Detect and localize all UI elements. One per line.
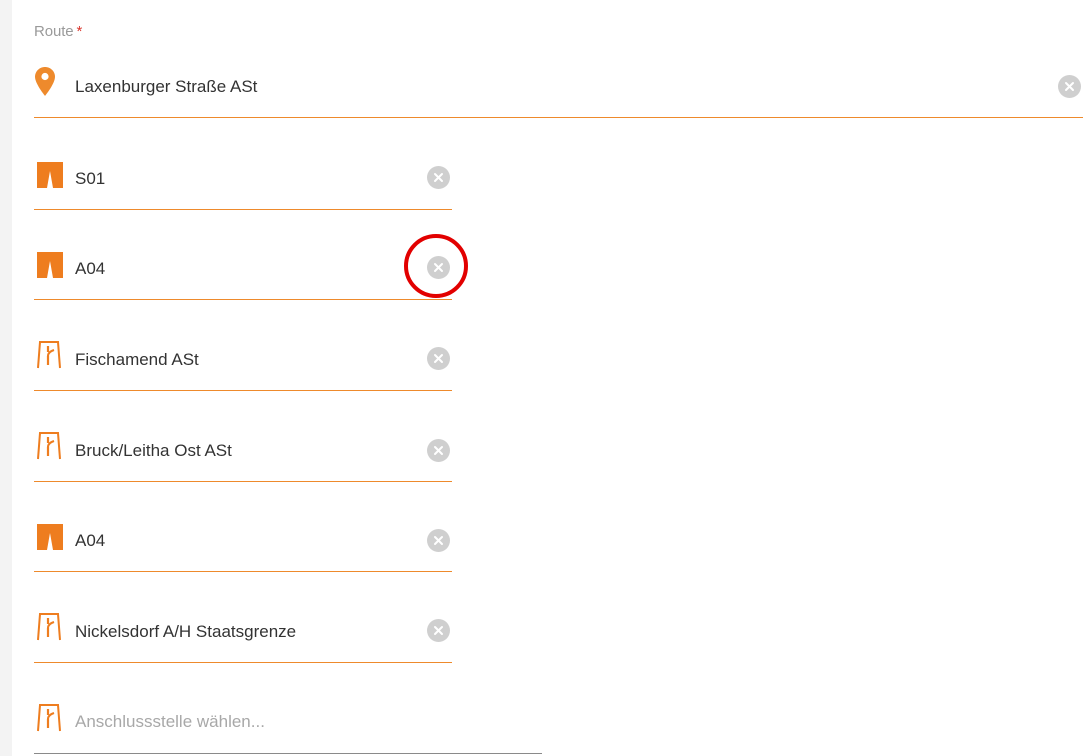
close-icon (434, 446, 443, 455)
close-icon (434, 536, 443, 545)
junction-icon (34, 432, 66, 460)
route-segment-6[interactable]: Nickelsdorf A/H Staatsgrenze (34, 602, 452, 663)
segment-value: A04 (75, 531, 106, 550)
route-label: Route * (34, 23, 82, 40)
segment-value: Bruck/Leitha Ost ASt (75, 441, 232, 460)
route-segment-4[interactable]: Bruck/Leitha Ost ASt (34, 421, 452, 482)
junction-icon (34, 613, 66, 641)
highway-icon (34, 524, 66, 552)
junction-icon (34, 704, 66, 732)
segment-value: Fischamend ASt (75, 350, 199, 369)
route-segment-1[interactable]: S01 (34, 150, 452, 210)
close-icon (434, 354, 443, 363)
close-icon (434, 626, 443, 635)
close-icon (434, 263, 443, 272)
origin-field[interactable]: Laxenburger Straße ASt (34, 60, 1083, 118)
junction-select-field[interactable]: Anschlussstelle wählen... (34, 693, 542, 754)
route-segment-3[interactable]: Fischamend ASt (34, 330, 452, 391)
clear-segment-button[interactable] (427, 347, 450, 370)
clear-segment-button[interactable] (427, 529, 450, 552)
segment-value: A04 (75, 259, 106, 278)
clear-segment-button[interactable] (427, 439, 450, 462)
route-segment-2[interactable]: A04 (34, 240, 452, 300)
segment-value: Nickelsdorf A/H Staatsgrenze (75, 622, 297, 641)
junction-icon (34, 341, 66, 369)
origin-value: Laxenburger Straße ASt (75, 77, 258, 96)
route-label-text: Route (34, 23, 74, 40)
route-segment-5[interactable]: A04 (34, 512, 452, 572)
close-icon (434, 173, 443, 182)
clear-segment-button[interactable] (427, 256, 450, 279)
highway-icon (34, 162, 66, 190)
junction-select-placeholder: Anschlussstelle wählen... (75, 712, 265, 731)
clear-segment-button[interactable] (427, 166, 450, 189)
required-marker: * (76, 23, 83, 40)
clear-origin-button[interactable] (1058, 75, 1081, 98)
clear-segment-button[interactable] (427, 619, 450, 642)
left-rail (0, 0, 12, 756)
close-icon (1065, 82, 1074, 91)
highway-icon (34, 252, 66, 280)
segment-value: S01 (75, 169, 106, 188)
route-form: Route * Laxenburger Straße ASt S01 A04 F… (0, 0, 1092, 756)
location-pin-icon (35, 67, 57, 99)
